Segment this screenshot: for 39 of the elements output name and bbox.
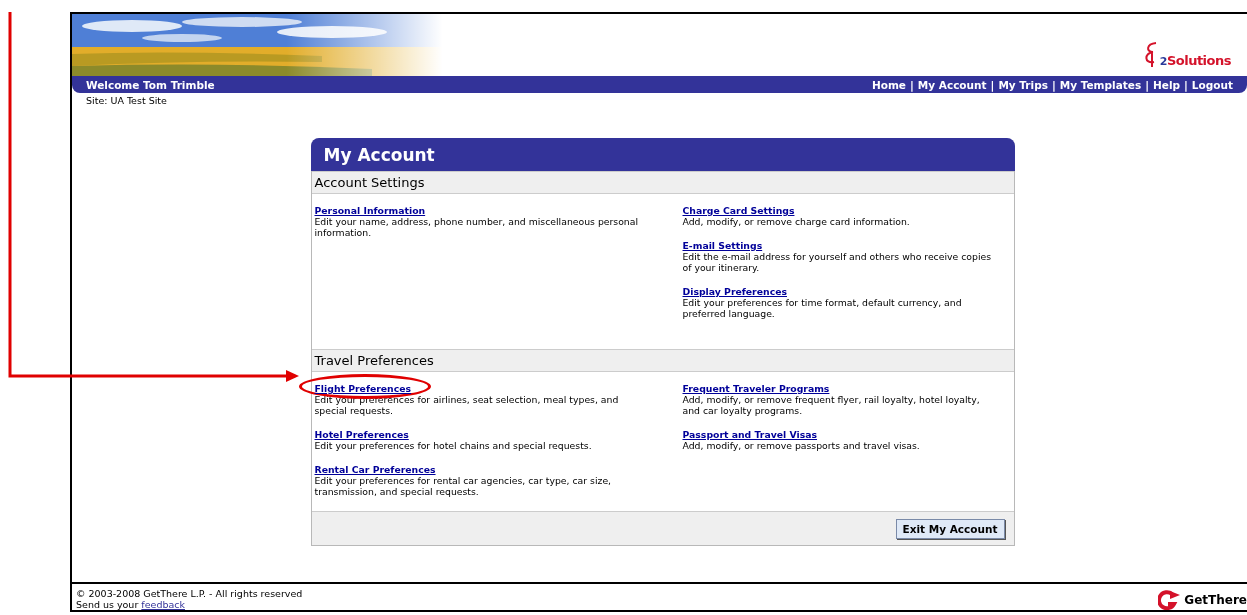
link-description: Edit your name, address, phone number, and miscellaneous personal information.: [314, 216, 640, 238]
card-title: My Account: [310, 138, 1015, 171]
welcome-text: Welcome Tom Trimble: [86, 78, 215, 91]
separator: |: [1184, 78, 1188, 91]
settings-link[interactable]: Charge Card Settings: [682, 205, 795, 216]
separator: |: [1051, 78, 1056, 91]
settings-link[interactable]: Frequent Traveler Programs: [682, 383, 830, 394]
settings-link[interactable]: Display Preferences: [682, 286, 787, 297]
link-description: Add, modify, or remove charge card information.: [682, 216, 911, 227]
section-header: Account Settings: [311, 171, 1014, 194]
link-description: Edit your preferences for rental car agencies, car type, car size, transmission, and special requests.: [314, 475, 613, 497]
link-description: Edit your preferences for airlines, seat selection, meal types, and special requests.: [314, 394, 620, 416]
link-description: Add, modify, or remove frequent flyer, rail loyalty, hotel loyalty, and car loyalty programs.: [682, 394, 981, 416]
settings-link[interactable]: Personal Information: [314, 205, 426, 216]
feedback-link[interactable]: feedback: [141, 599, 185, 610]
settings-link[interactable]: Hotel Preferences: [314, 429, 409, 440]
nav-link[interactable]: My Trips: [998, 78, 1048, 91]
exit-button[interactable]: Exit My Account: [895, 518, 1005, 539]
nav-link[interactable]: Home: [871, 78, 906, 91]
settings-link[interactable]: Rental Car Preferences: [314, 464, 436, 475]
copyright-text: © 2003-2008 GetThere L.P. - All rights reserved: [76, 588, 303, 599]
nav-link[interactable]: My Templates: [1059, 78, 1142, 91]
link-description: Edit your preferences for time format, default currency, and preferred language.: [682, 297, 963, 319]
link-description: Add, modify, or remove passports and travel visas.: [682, 440, 921, 451]
section-header: Travel Preferences: [311, 349, 1014, 372]
settings-link[interactable]: E-mail Settings: [682, 240, 763, 251]
nav-link[interactable]: Help: [1153, 78, 1180, 91]
settings-link[interactable]: Flight Preferences: [314, 383, 412, 394]
link-description: Edit your preferences for hotel chains and special requests.: [314, 440, 593, 451]
nav-link[interactable]: Logout: [1191, 78, 1233, 91]
separator: |: [990, 78, 995, 91]
link-description: Edit the e-mail address for yourself and others who receive copies of your itinerary.: [682, 251, 993, 273]
separator: |: [1145, 78, 1149, 91]
site-label: Site: UA Test Site: [85, 94, 168, 108]
nav-link[interactable]: My Account: [917, 78, 987, 91]
settings-link[interactable]: Passport and Travel Visas: [682, 429, 818, 440]
feedback-text: Send us your: [76, 599, 139, 610]
separator: |: [910, 78, 914, 91]
company-logo: GetThere: [1158, 590, 1247, 610]
